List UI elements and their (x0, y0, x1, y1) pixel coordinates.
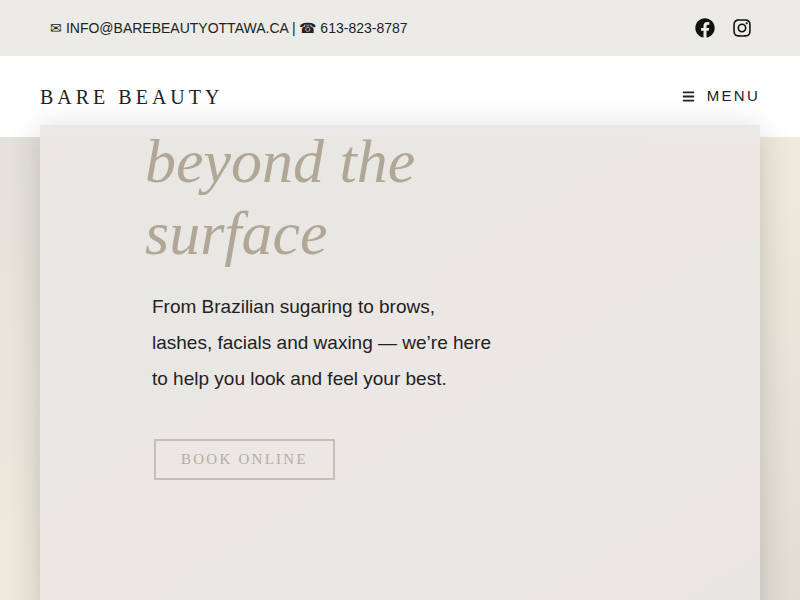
instagram-icon[interactable] (732, 18, 752, 38)
hamburger-icon (682, 90, 695, 103)
hero-card: beyond thesurface From Brazilian sugaring… (40, 125, 760, 600)
heading-line: surface (145, 197, 760, 269)
social-links (695, 18, 752, 38)
heading-line: beyond the (145, 125, 760, 197)
hero: beyond thesurfaceFrom Brazilian sugaring… (0, 137, 800, 600)
top-bar: ✉ INFO@BAREBEAUTYOTTAWA.CA | ☎ 613-823-8… (0, 0, 800, 56)
contact-info[interactable]: ✉ INFO@BAREBEAUTYOTTAWA.CA | ☎ 613-823-8… (50, 18, 408, 39)
facebook-icon[interactable] (695, 18, 715, 38)
menu-button[interactable]: MENU (682, 85, 760, 108)
book-online-button[interactable]: BOOK ONLINE (154, 439, 335, 480)
page: ✉ INFO@BAREBEAUTYOTTAWA.CA | ☎ 613-823-8… (0, 0, 800, 600)
logo[interactable]: BARE BEAUTY (40, 82, 223, 112)
hero-heading: beyond thesurface (145, 125, 760, 269)
hero-text: From Brazilian sugaring to brows, lashes… (152, 289, 497, 397)
